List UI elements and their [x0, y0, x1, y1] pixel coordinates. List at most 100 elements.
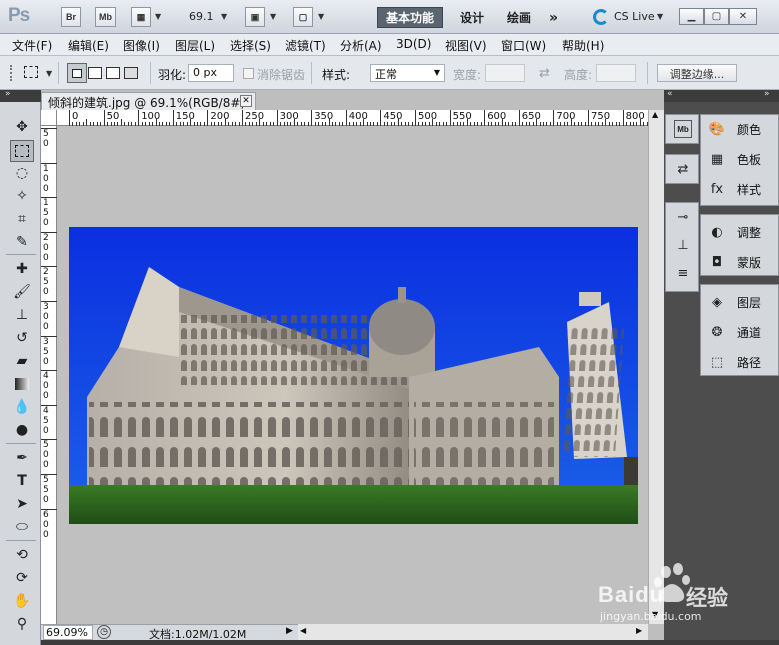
menu-view[interactable]: 视图(V) [445, 37, 487, 54]
quick-select-tool[interactable]: ✧ [10, 185, 34, 207]
3d-orbit-tool[interactable]: ⟳ [10, 567, 34, 589]
ruler-vertical[interactable]: 5 0 1 0 0 1 5 0 2 0 0 2 5 0 3 0 0 3 5 0 4 0 0 4 … [41, 126, 57, 624]
feather-input[interactable]: 0 px [188, 64, 234, 82]
status-menu-arrow-icon[interactable]: ▶ [286, 626, 293, 636]
zoom-tool[interactable]: ⚲ [10, 613, 34, 635]
3d-rotate-tool[interactable]: ⟲ [10, 544, 34, 566]
crop-tool[interactable]: ⌗ [10, 208, 34, 230]
menu-analysis[interactable]: 分析(A) [340, 37, 382, 54]
view-extras-button[interactable]: ▦ [131, 7, 151, 27]
ruler-origin[interactable] [41, 110, 57, 126]
scroll-up-icon[interactable]: ▲ [652, 110, 658, 119]
shape-tool[interactable]: ⬭ [10, 516, 34, 538]
swatches-panel-tab[interactable]: ▦ 色板 [707, 148, 777, 170]
vertical-scrollbar[interactable]: ▲ ▼ [648, 110, 664, 624]
ruler-minor-tick [626, 122, 628, 126]
document-tab[interactable]: 倾斜的建筑.jpg @ 69.1%(RGB/8#) ✕ [41, 92, 256, 110]
antialias-checkbox[interactable] [243, 68, 254, 79]
brush-presets-icon[interactable]: ⊸ [674, 208, 692, 226]
magic-wand-icon: ✧ [16, 188, 28, 204]
rect-marquee-tool[interactable] [10, 140, 34, 162]
move-tool[interactable]: ✥ [10, 116, 34, 138]
scroll-left-icon[interactable]: ◀ [300, 626, 306, 635]
ruler-horizontal[interactable]: 0 50 100 150 200 250 300 350 400 450 500 550 600 650 7… [57, 110, 648, 126]
history-brush-tool[interactable]: ↺ [10, 327, 34, 349]
status-info-icon[interactable]: ◷ [97, 625, 111, 639]
new-selection-button[interactable] [67, 63, 87, 83]
dodge-tool[interactable]: ● [10, 419, 34, 441]
gradient-tool[interactable] [10, 373, 34, 395]
close-button[interactable]: ✕ [729, 8, 757, 25]
horizontal-scrollbar[interactable]: ◀ ▶ [298, 624, 648, 640]
zoom-level-field[interactable]: 69.1 [189, 10, 214, 23]
height-input[interactable] [596, 64, 636, 82]
lasso-tool[interactable]: ◌ [10, 162, 34, 184]
masks-panel-tab[interactable]: ◘ 蒙版 [707, 251, 777, 273]
workspace-essentials[interactable]: 基本功能 [377, 7, 444, 28]
menu-file[interactable]: 文件(F) [12, 37, 52, 54]
mini-bridge-button[interactable]: Mb [95, 7, 116, 27]
more-workspaces-button[interactable]: » [541, 7, 566, 28]
history-panel-icon[interactable]: ⇄ [674, 160, 692, 178]
refine-edge-button[interactable]: 调整边缘... [657, 64, 737, 82]
mini-bridge-panel-icon[interactable]: Mb [674, 120, 692, 138]
menu-edit[interactable]: 编辑(E) [68, 37, 109, 54]
add-selection-icon[interactable] [88, 67, 102, 79]
screen-mode-button[interactable]: ▢ [293, 7, 313, 27]
ruler-minor-tick [581, 122, 583, 126]
ruler-label: 5 0 0 [43, 440, 49, 471]
expand-icon[interactable]: » [5, 89, 11, 99]
paths-panel-tab[interactable]: ⬚ 路径 [707, 351, 777, 373]
styles-panel-tab[interactable]: fx 样式 [707, 178, 777, 200]
menu-filter[interactable]: 滤镜(T) [285, 37, 326, 54]
adjustments-panel-tab[interactable]: ◐ 调整 [707, 221, 777, 243]
menu-window[interactable]: 窗口(W) [501, 37, 546, 54]
tool-presets-icon[interactable]: ≡ [674, 264, 692, 282]
blur-tool[interactable]: 💧 [10, 396, 34, 418]
chevron-down-icon: ▼ [270, 12, 277, 21]
width-input[interactable] [485, 64, 525, 82]
workspace-painting[interactable]: 绘画 [499, 7, 539, 28]
menu-image[interactable]: 图像(I) [123, 37, 160, 54]
ruler-minor-tick [632, 122, 634, 126]
clone-stamp-tool[interactable]: ⊥ [10, 304, 34, 326]
swap-icon[interactable]: ⇄ [539, 66, 550, 81]
collapse-icon[interactable]: « [667, 89, 673, 99]
chevron-down-icon: ▼ [155, 12, 162, 21]
expand-icon[interactable]: » [764, 89, 770, 99]
arrange-documents-button[interactable]: ▣ [245, 7, 265, 27]
path-select-tool[interactable]: ➤ [10, 493, 34, 515]
intersect-selection-icon[interactable] [124, 67, 138, 79]
workspace-design[interactable]: 设计 [452, 7, 492, 28]
maximize-button[interactable]: ▢ [704, 8, 729, 25]
style-select[interactable]: 正常 ▼ [370, 64, 445, 82]
pen-tool[interactable]: ✒ [10, 447, 34, 469]
color-panel-tab[interactable]: 🎨 颜色 [707, 118, 777, 140]
healing-brush-tool[interactable]: ✚ [10, 258, 34, 280]
hand-tool[interactable]: ✋ [10, 590, 34, 612]
menu-help[interactable]: 帮助(H) [562, 37, 604, 54]
eyedropper-tool[interactable]: ✎ [10, 231, 34, 253]
layers-panel-tab[interactable]: ◈ 图层 [707, 291, 777, 313]
ruler-minor-tick [262, 122, 264, 126]
menu-3d[interactable]: 3D(D) [396, 37, 431, 51]
scroll-right-icon[interactable]: ▶ [636, 626, 642, 635]
menu-select[interactable]: 选择(S) [230, 37, 271, 54]
marquee-preset-icon[interactable] [24, 66, 38, 78]
document-image[interactable] [69, 227, 638, 524]
cs-live-button[interactable]: CS Live [614, 10, 655, 23]
eraser-tool[interactable]: ▰ [10, 350, 34, 372]
zoom-percent-field[interactable]: 69.09% [43, 625, 93, 640]
bridge-button[interactable]: Br [61, 7, 81, 27]
close-icon[interactable]: ✕ [240, 95, 252, 107]
ruler-minor-tick [304, 122, 306, 126]
channels-panel-tab[interactable]: ❂ 通道 [707, 321, 777, 343]
menu-layer[interactable]: 图层(L) [175, 37, 215, 54]
marquee-icon [15, 145, 29, 157]
minimize-button[interactable]: ▁ [679, 8, 704, 25]
ruler-tick [276, 110, 278, 126]
subtract-selection-icon[interactable] [106, 67, 120, 79]
type-tool[interactable]: T [10, 470, 34, 492]
brush-tool[interactable]: 🖌 [10, 281, 34, 303]
clone-source-icon[interactable]: ⊥ [674, 236, 692, 254]
